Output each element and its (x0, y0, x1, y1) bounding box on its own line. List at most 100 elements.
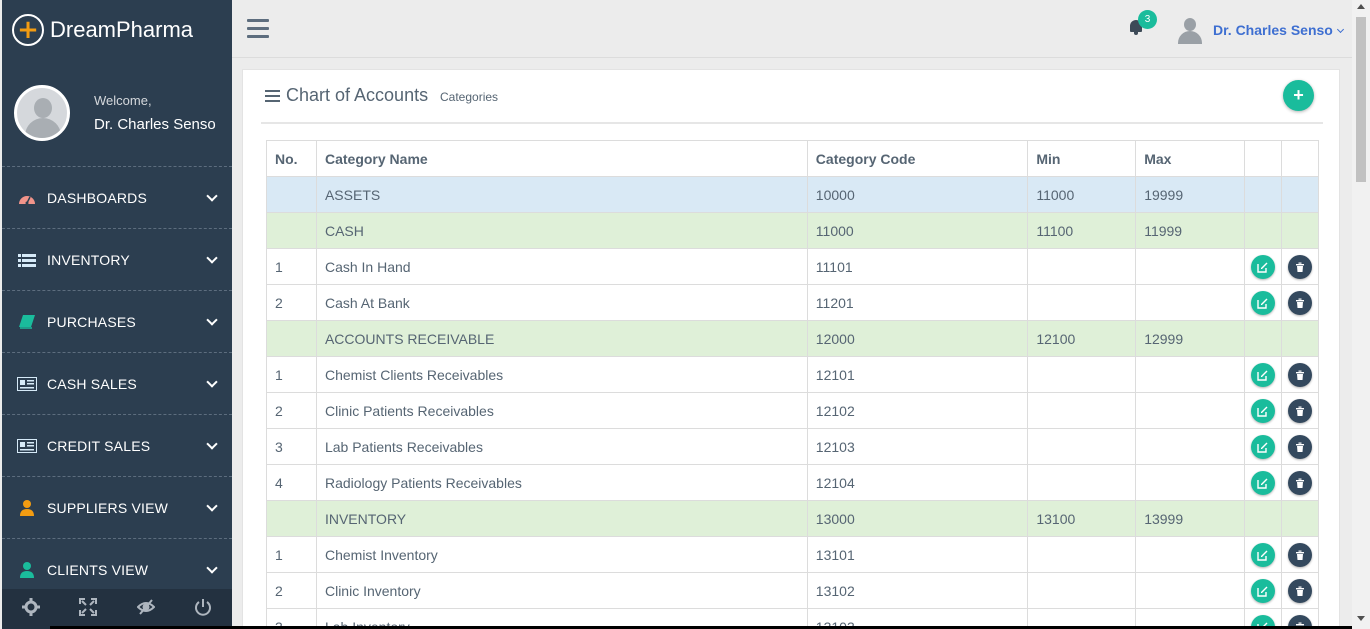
cell-category-name: INVENTORY (315, 500, 808, 537)
sidebar-item-suppliers-view[interactable]: SUPPLIERS VIEW (2, 477, 232, 539)
delete-button[interactable] (1287, 398, 1312, 423)
user-name: Dr. Charles Senso (1213, 22, 1333, 38)
add-category-button[interactable]: + (1283, 80, 1314, 111)
edit-button[interactable] (1251, 290, 1275, 315)
cell-edit (1244, 320, 1282, 357)
cell-delete (1280, 572, 1320, 609)
delete-button[interactable] (1287, 434, 1312, 459)
page-title: Chart of Accounts (286, 85, 429, 105)
sidebar: + DreamPharma Welcome, Dr. Charles Senso… (2, 0, 232, 629)
edit-button[interactable] (1251, 362, 1275, 387)
cell-category-code: 10000 (806, 176, 1029, 213)
user-menu[interactable]: Dr. Charles Senso (1213, 22, 1344, 38)
header-no[interactable]: No. (266, 140, 317, 177)
sidebar-item-label: CREDIT SALES (47, 437, 151, 454)
cell-min (1027, 392, 1137, 429)
edit-button[interactable] (1251, 578, 1275, 603)
cell-no: 2 (266, 284, 317, 321)
table-row: 2 Cash At Bank 11201 (266, 284, 1320, 321)
edit-button[interactable] (1251, 254, 1275, 279)
scroll-thumb[interactable] (1356, 17, 1366, 182)
scroll-up-icon[interactable] (1357, 4, 1365, 9)
power-icon[interactable] (194, 598, 212, 621)
cell-no: 1 (266, 356, 317, 393)
page-scrollbar[interactable] (1352, 0, 1370, 629)
edit-icon (1257, 441, 1269, 453)
cell-min (1027, 428, 1137, 465)
sidebar-item-inventory[interactable]: INVENTORY (2, 229, 232, 291)
cell-category-code: 13101 (806, 536, 1029, 573)
edit-button[interactable] (1251, 470, 1275, 495)
header-max[interactable]: Max (1135, 140, 1246, 177)
cell-category-name: Chemist Clients Receivables (315, 356, 808, 393)
cell-edit (1244, 500, 1282, 537)
header-category-name[interactable]: Category Name (315, 140, 808, 177)
cell-category-name: Clinic Patients Receivables (315, 392, 808, 429)
cell-no: 1 (266, 536, 317, 573)
cell-category-code: 12000 (806, 320, 1029, 357)
panel-header: Chart of Accounts Categories + (261, 70, 1323, 124)
notification-badge: 3 (1138, 10, 1157, 29)
header-min[interactable]: Min (1027, 140, 1137, 177)
delete-button[interactable] (1287, 542, 1312, 567)
menu-toggle-icon[interactable] (247, 19, 269, 39)
delete-button[interactable] (1287, 470, 1312, 495)
cell-category-code: 13000 (806, 500, 1029, 537)
cell-delete (1280, 536, 1320, 573)
sidebar-item-cash-sales[interactable]: CASH SALES (2, 353, 232, 415)
cell-no (266, 320, 317, 357)
cell-category-name: Cash At Bank (315, 284, 808, 321)
trash-icon (1294, 549, 1306, 561)
chevron-down-icon (206, 561, 218, 574)
delete-button[interactable] (1287, 254, 1312, 279)
cell-min: 11000 (1027, 176, 1137, 213)
edit-icon (1257, 261, 1269, 273)
edit-icon (1257, 405, 1269, 417)
cell-category-name: ACCOUNTS RECEIVABLE (315, 320, 808, 357)
cell-max (1135, 464, 1246, 501)
header-delete (1280, 140, 1320, 177)
cell-edit (1244, 428, 1282, 465)
table-row: 2 Clinic Inventory 13102 (266, 572, 1320, 609)
delete-button[interactable] (1287, 362, 1312, 387)
cell-min (1027, 356, 1137, 393)
sidebar-item-label: SUPPLIERS VIEW (47, 499, 169, 516)
trash-icon (1294, 297, 1306, 309)
trash-icon (1294, 585, 1306, 597)
edit-button[interactable] (1251, 542, 1275, 567)
table-row: 4 Radiology Patients Receivables 12104 (266, 464, 1320, 501)
cell-min (1027, 464, 1137, 501)
edit-button[interactable] (1251, 434, 1275, 459)
cell-category-code: 11101 (806, 248, 1029, 285)
newspaper-icon (17, 376, 37, 392)
cell-category-name: Cash In Hand (315, 248, 808, 285)
header-category-code[interactable]: Category Code (806, 140, 1029, 177)
cell-delete (1280, 392, 1320, 429)
scroll-down-icon[interactable] (1357, 616, 1365, 621)
brand[interactable]: + DreamPharma (2, 0, 232, 60)
cell-edit (1244, 284, 1282, 321)
edit-button[interactable] (1251, 398, 1275, 423)
cell-edit (1244, 392, 1282, 429)
cell-max (1135, 572, 1246, 609)
cell-no: 4 (266, 464, 317, 501)
cell-edit (1244, 536, 1282, 573)
cell-edit (1244, 356, 1282, 393)
delete-button[interactable] (1287, 290, 1312, 315)
table-body: ASSETS 10000 11000 19999 CASH 11000 11100 11999… (266, 176, 1320, 628)
sidebar-item-dashboards[interactable]: DASHBOARDS (2, 167, 232, 229)
sidebar-item-credit-sales[interactable]: CREDIT SALES (2, 415, 232, 477)
user-avatar-icon[interactable] (1178, 18, 1202, 44)
delete-button[interactable] (1287, 578, 1312, 603)
sidebar-item-purchases[interactable]: PURCHASES (2, 291, 232, 353)
cell-max: 11999 (1135, 212, 1246, 249)
chevron-down-icon (206, 313, 218, 326)
trash-icon (1294, 441, 1306, 453)
table-row: ASSETS 10000 11000 19999 (266, 176, 1320, 213)
eye-slash-icon[interactable] (136, 598, 156, 621)
fullscreen-icon[interactable] (79, 597, 98, 621)
chevron-down-icon (206, 375, 218, 388)
content-panel: Chart of Accounts Categories + No. Categ… (242, 69, 1340, 629)
cell-min (1027, 572, 1137, 609)
gear-icon[interactable] (21, 597, 40, 621)
